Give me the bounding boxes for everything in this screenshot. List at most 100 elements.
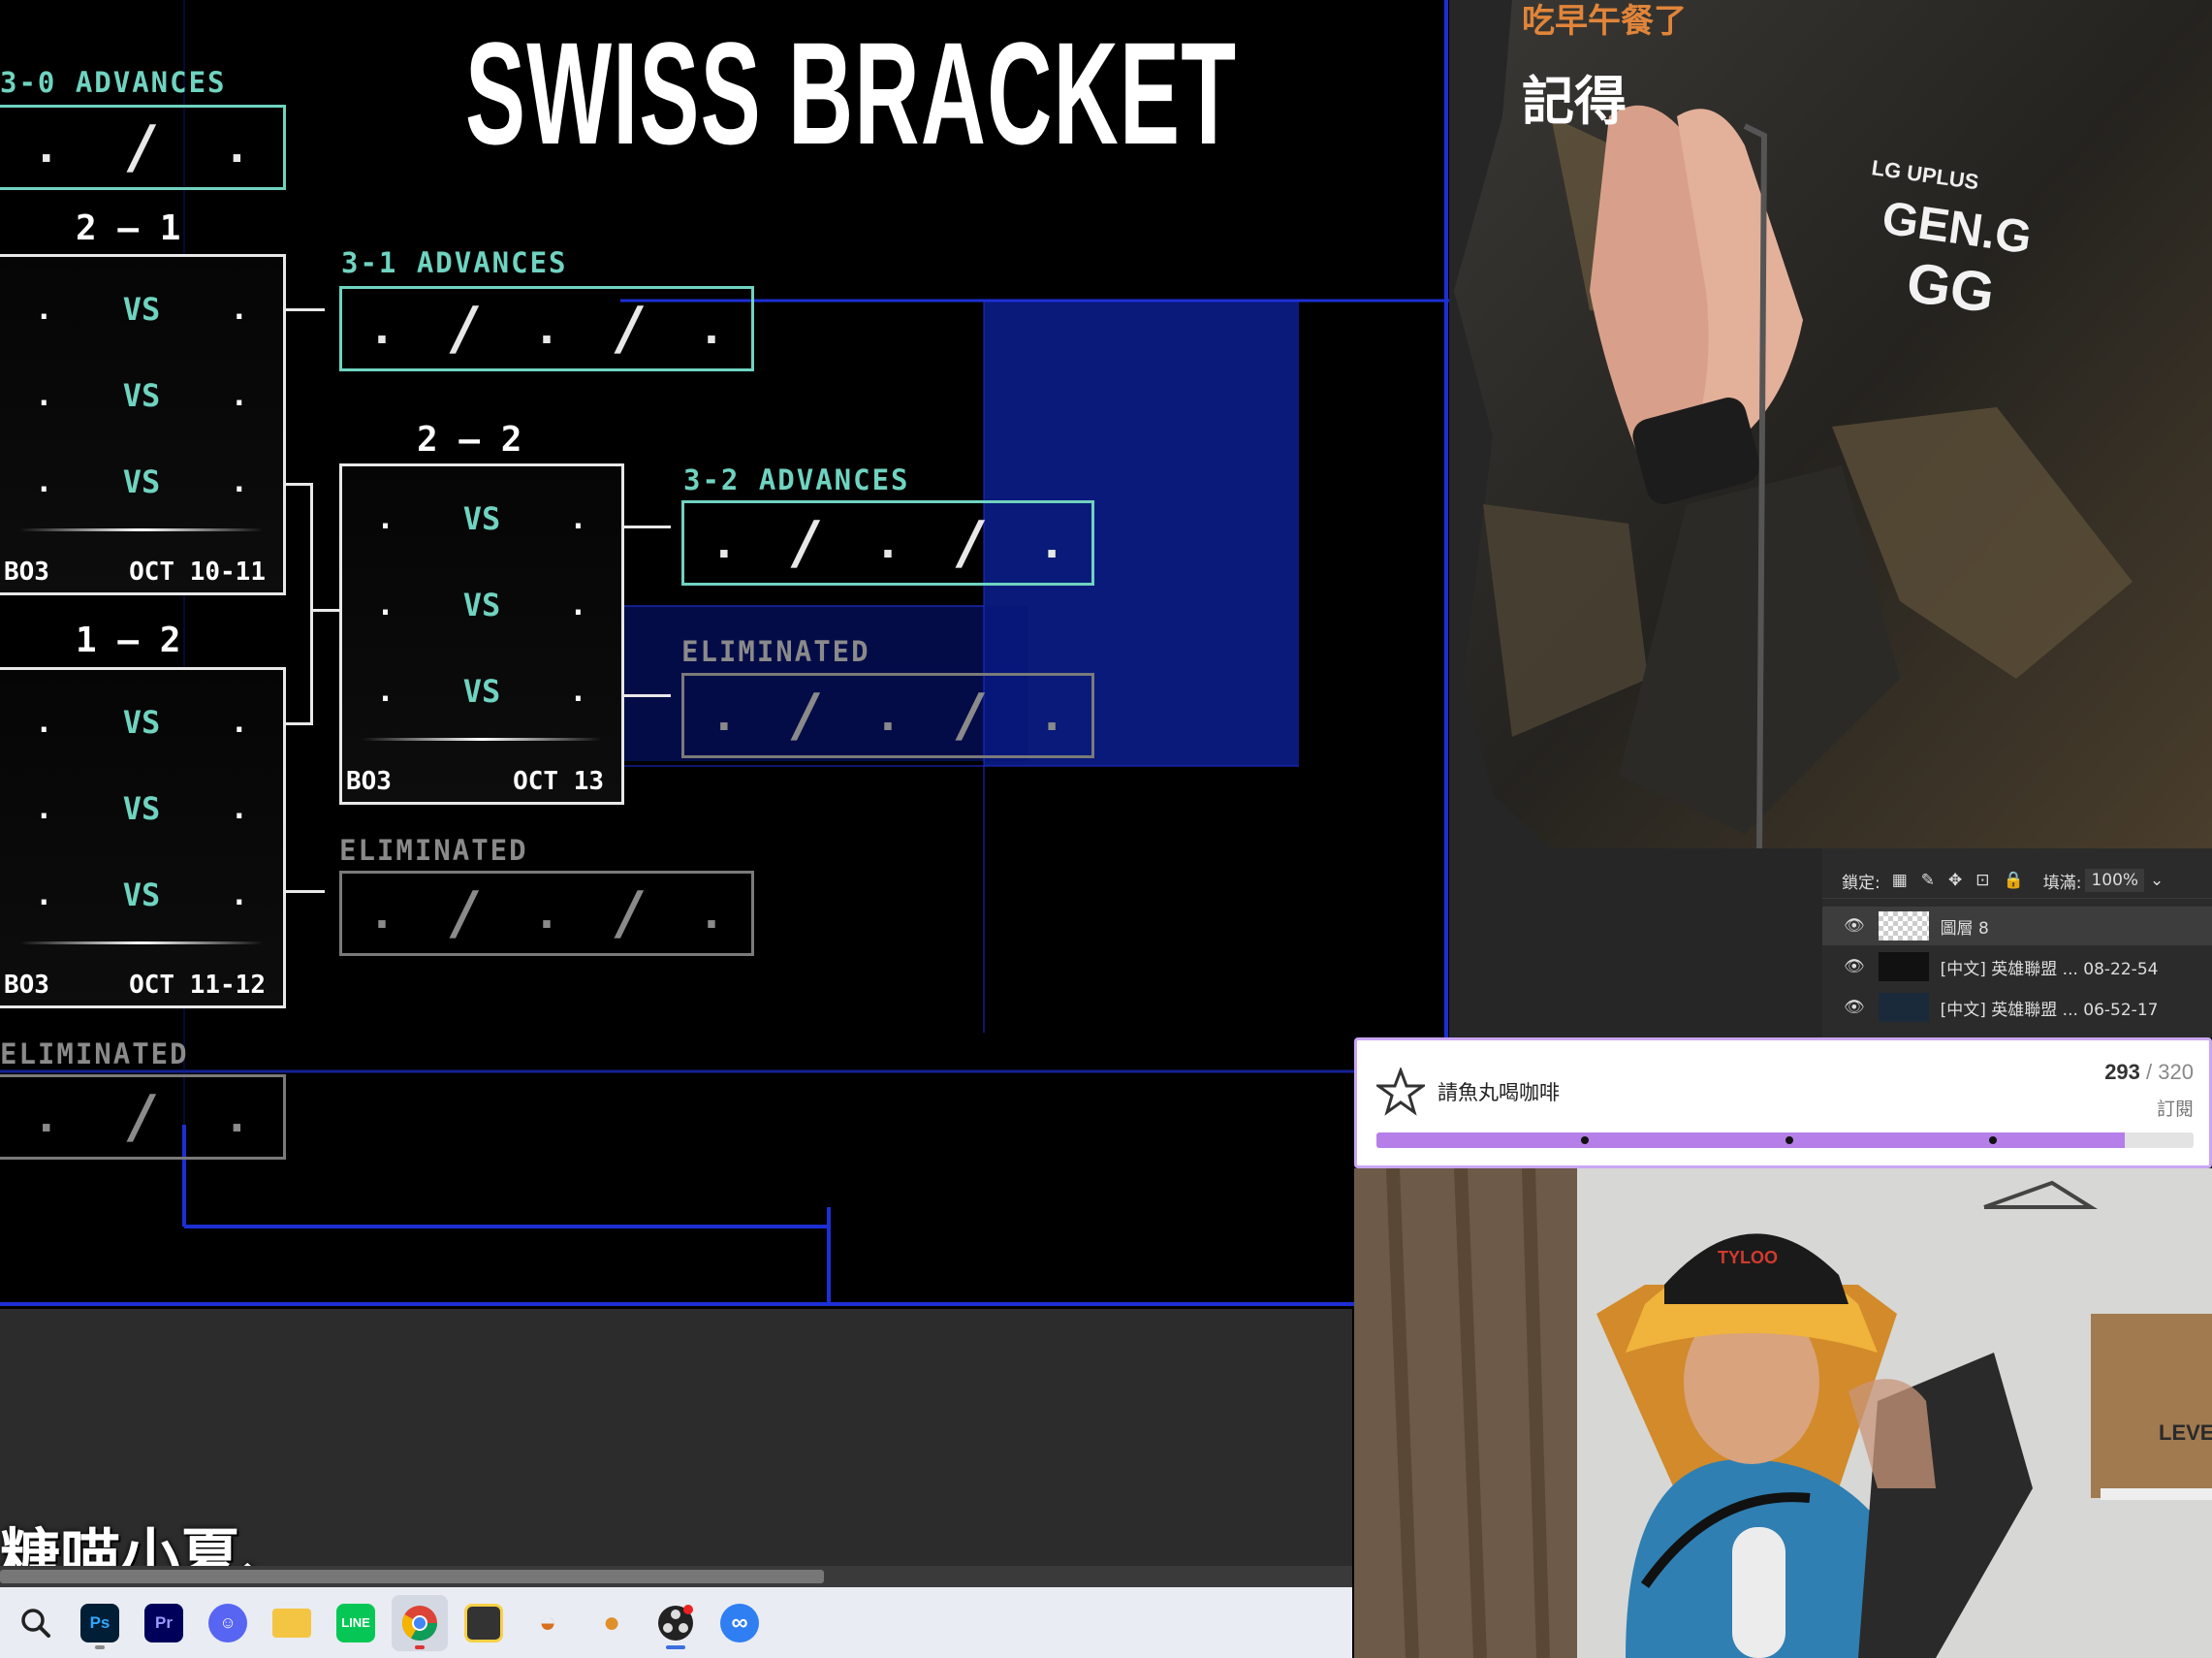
layer-name: 圖層 8	[1940, 918, 1989, 939]
layer-row[interactable]: 👁 [中文] 英雄聯盟 ... 08-22-54	[1822, 947, 2212, 986]
chrome-icon[interactable]	[392, 1594, 448, 1651]
team-b: .	[230, 791, 248, 826]
layer-name: [中文] 英雄聯盟 ... 06-52-17	[1940, 1000, 2159, 1020]
eliminated-0-3-label: ELIMINATED	[0, 1037, 189, 1070]
burger-app-icon[interactable]: ●	[584, 1595, 640, 1651]
obs-icon[interactable]	[648, 1595, 704, 1651]
team-slot: .	[715, 519, 732, 567]
vs-label: VS	[122, 377, 161, 414]
team-slot: .	[715, 691, 732, 740]
team-slot: .	[879, 691, 896, 740]
team-slot: .	[38, 1093, 54, 1141]
burger-glyph: ●	[602, 1606, 621, 1639]
match-footer: BO3 OCT 10-11	[4, 558, 266, 587]
team-b: .	[230, 877, 248, 912]
eliminated-2-3-label: ELIMINATED	[681, 635, 870, 668]
chat-overlay-line-1: 吃早午餐了	[1522, 2, 1687, 41]
connector	[310, 483, 313, 725]
search-icon[interactable]	[8, 1595, 64, 1651]
subscription-goal-widget: 請魚丸喝咖啡 293 / 320 訂閱	[1354, 1037, 2212, 1168]
chevron-down-icon[interactable]: ⌄	[2150, 871, 2164, 890]
goal-target: 320	[2158, 1060, 2194, 1084]
team-a: .	[35, 464, 53, 499]
match-date: OCT 11-12	[129, 971, 266, 1000]
slot-separator: /	[612, 295, 647, 363]
match-footer: BO3 OCT 11-12	[4, 971, 266, 1000]
discord-icon[interactable]: ☺	[200, 1595, 256, 1651]
file-explorer-icon[interactable]	[264, 1595, 320, 1651]
lock-label: 鎖定:	[1842, 873, 1880, 893]
layer-row[interactable]: 👁 [中文] 英雄聯盟 ... 06-52-17	[1822, 988, 2212, 1027]
premiere-icon[interactable]: Pr	[136, 1595, 192, 1651]
lock-toolbar: 鎖定: ▦✎✥⊡🔒 填滿: 100% ⌄	[1822, 863, 2212, 899]
jacket-logo-text: GG	[1903, 251, 1998, 326]
visibility-eye-icon[interactable]: 👁	[1844, 957, 1865, 976]
photoshop-icon[interactable]: Ps	[72, 1595, 128, 1651]
match-format: BO3	[4, 971, 49, 1000]
round-2-1-score: 2 – 1	[76, 208, 181, 248]
match-date: OCT 13	[513, 767, 604, 796]
line-glyph: LINE	[336, 1603, 375, 1642]
team-b: .	[569, 674, 587, 709]
match-footer: BO3 OCT 13	[346, 767, 604, 796]
match-row: . VS.	[0, 693, 283, 751]
goal-current: 293	[2104, 1060, 2140, 1084]
layer-row[interactable]: 👁 圖層 8	[1822, 907, 2212, 945]
vs-label: VS	[122, 877, 161, 913]
team-b: .	[230, 378, 248, 413]
eliminated-0-3-slot: . / .	[0, 1074, 286, 1160]
team-slot: .	[38, 123, 54, 172]
running-indicator	[95, 1644, 105, 1649]
chat-overlay-line-2: 記得	[1522, 71, 1627, 132]
advances-3-2-label: 3-2 ADVANCES	[683, 463, 910, 496]
slot-separator: /	[953, 682, 987, 749]
team-a: .	[35, 378, 53, 413]
fill-label: 填滿:	[2042, 873, 2082, 893]
match-row: . VS.	[342, 576, 621, 634]
team-slot: .	[879, 519, 896, 567]
folder-glyph	[272, 1608, 311, 1638]
line-icon[interactable]: LINE	[328, 1595, 384, 1651]
vs-label: VS	[462, 500, 501, 537]
visibility-eye-icon[interactable]: 👁	[1844, 916, 1865, 936]
advances-3-1-slot: . / . / .	[339, 286, 754, 371]
match-row: . VS.	[0, 453, 283, 511]
vs-label: VS	[122, 463, 161, 500]
layer-thumbnail	[1878, 993, 1929, 1022]
slot-separator: /	[124, 113, 159, 181]
eliminated-1-3-label: ELIMINATED	[339, 834, 528, 867]
match-row: . VS.	[342, 662, 621, 720]
round-1-2-score: 1 – 2	[76, 621, 181, 660]
round-2-2-matches: . VS. . VS. . VS. BO3 OCT 13	[339, 463, 624, 805]
milestone-marker	[1580, 1136, 1589, 1144]
team-slot: .	[703, 889, 719, 938]
match-date: OCT 10-11	[129, 558, 266, 587]
slot-separator: /	[447, 879, 482, 947]
visibility-eye-icon[interactable]: 👁	[1844, 998, 1865, 1017]
hotdog-app-icon[interactable]: ◒	[520, 1595, 576, 1651]
streamer-cutout-image: LG UPLUS GEN.G GG 吃早午餐了 記得	[1396, 0, 2212, 854]
lock-icons[interactable]: ▦✎✥⊡🔒	[1892, 871, 2038, 890]
scrollbar-thumb[interactable]	[0, 1570, 824, 1583]
slot-separator: /	[789, 509, 823, 577]
advances-3-2-slot: . / . / .	[681, 500, 1094, 586]
advances-3-1-label: 3-1 ADVANCES	[341, 246, 568, 279]
match-row: . VS.	[0, 367, 283, 425]
eliminated-1-3-slot: . / . / .	[339, 871, 754, 956]
link-app-icon[interactable]: ∞	[711, 1595, 768, 1651]
team-a: .	[376, 501, 395, 536]
link-glyph: ∞	[720, 1603, 759, 1642]
connector	[286, 308, 325, 311]
taskbar: Ps Pr ☺ LINE ◒ ● ∞	[0, 1587, 1352, 1658]
gen-g-jacket-figure: LG UPLUS GEN.G GG	[1449, 0, 2212, 854]
vs-label: VS	[462, 673, 501, 710]
horizontal-scrollbar[interactable]	[0, 1566, 1352, 1587]
team-slot: .	[539, 889, 554, 938]
team-b: .	[230, 292, 248, 327]
slot-separator: /	[789, 682, 823, 749]
fill-value-field[interactable]: 100%	[2085, 869, 2145, 892]
slot-separator: /	[447, 295, 482, 363]
divider-glow	[19, 528, 264, 531]
photoshop-layers-panel: 鎖定: ▦✎✥⊡🔒 填滿: 100% ⌄ 👁 圖層 8 👁 [中文] 英雄聯盟 …	[1822, 848, 2212, 1037]
sticky-notes-icon[interactable]	[456, 1595, 512, 1651]
